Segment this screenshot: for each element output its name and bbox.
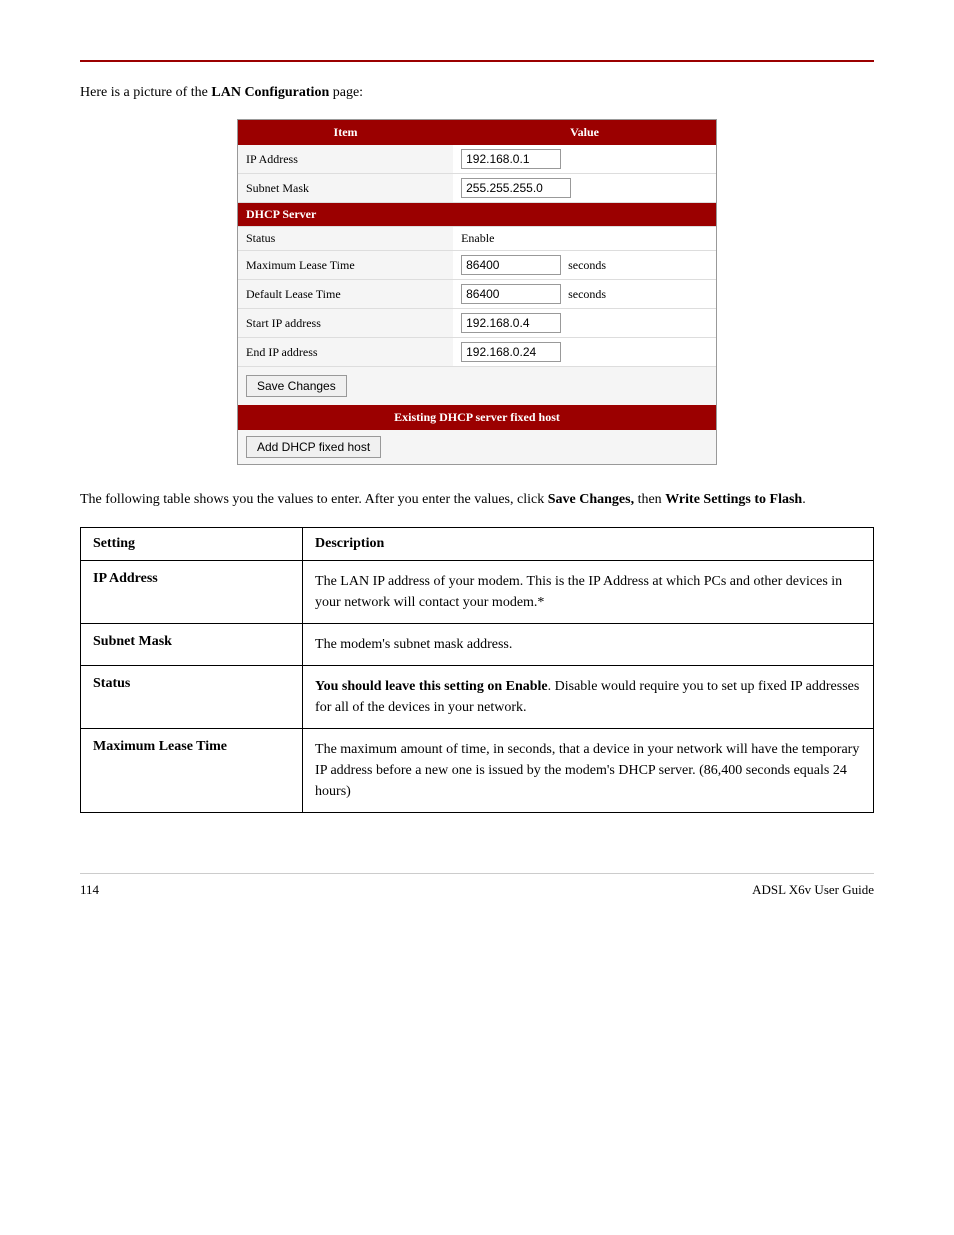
table-row: Status You should leave this setting on …	[81, 666, 874, 729]
start-ip-label: Start IP address	[238, 309, 453, 338]
add-dhcp-button[interactable]: Add DHCP fixed host	[246, 436, 381, 458]
setting-header: Setting	[81, 528, 303, 561]
top-rule	[80, 60, 874, 62]
table-row: Default Lease Time seconds	[238, 280, 716, 309]
save-changes-bold: Save Changes,	[548, 492, 634, 507]
table-row: IP Address The LAN IP address of your mo…	[81, 561, 874, 624]
ip-address-input[interactable]	[461, 149, 561, 169]
add-dhcp-row: Add DHCP fixed host	[238, 430, 716, 464]
following-paragraph: The following table shows you the values…	[80, 489, 874, 511]
table-row: Status Enable	[238, 227, 716, 251]
write-settings-bold: Write Settings to Flash	[665, 492, 802, 507]
lan-config-table: Item Value IP Address Subnet Mask DHC	[238, 120, 716, 367]
end-ip-input[interactable]	[461, 342, 561, 362]
dhcp-section-header-cell: DHCP Server	[238, 203, 716, 227]
description-header: Description	[303, 528, 874, 561]
desc-ip-address: The LAN IP address of your modem. This i…	[303, 561, 874, 624]
intro-text-after: page:	[329, 85, 363, 100]
existing-dhcp-header: Existing DHCP server fixed host	[238, 405, 716, 430]
intro-paragraph: Here is a picture of the LAN Configurati…	[80, 82, 874, 103]
save-changes-row: Save Changes	[238, 367, 716, 405]
table-row: Maximum Lease Time seconds	[238, 251, 716, 280]
desc-max-lease: The maximum amount of time, in seconds, …	[303, 729, 874, 813]
intro-text-before: Here is a picture of the	[80, 85, 211, 100]
max-lease-value-cell: seconds	[453, 251, 716, 280]
guide-name: ADSL X6v User Guide	[752, 882, 874, 898]
intro-bold-text: LAN Configuration	[211, 85, 329, 100]
save-changes-button[interactable]: Save Changes	[246, 375, 347, 397]
desc-subnet-mask: The modem's subnet mask address.	[303, 624, 874, 666]
lan-config-table-wrapper: Item Value IP Address Subnet Mask DHC	[237, 119, 717, 465]
default-lease-label: Default Lease Time	[238, 280, 453, 309]
item-column-header: Item	[238, 120, 453, 145]
subnet-mask-label: Subnet Mask	[238, 174, 453, 203]
setting-subnet-mask: Subnet Mask	[81, 624, 303, 666]
setting-status: Status	[81, 666, 303, 729]
table-row: Subnet Mask The modem's subnet mask addr…	[81, 624, 874, 666]
end-ip-value-cell	[453, 338, 716, 367]
default-lease-unit: seconds	[568, 287, 606, 301]
status-value-cell: Enable	[453, 227, 716, 251]
page-number: 114	[80, 882, 99, 898]
max-lease-unit: seconds	[568, 258, 606, 272]
setting-ip-address: IP Address	[81, 561, 303, 624]
max-lease-input[interactable]	[461, 255, 561, 275]
table-row: Maximum Lease Time The maximum amount of…	[81, 729, 874, 813]
max-lease-label: Maximum Lease Time	[238, 251, 453, 280]
default-lease-input[interactable]	[461, 284, 561, 304]
table-row: Subnet Mask	[238, 174, 716, 203]
dhcp-section-header-row: DHCP Server	[238, 203, 716, 227]
table-row: End IP address	[238, 338, 716, 367]
start-ip-input[interactable]	[461, 313, 561, 333]
desc-status: You should leave this setting on Enable.…	[303, 666, 874, 729]
description-table: Setting Description IP Address The LAN I…	[80, 527, 874, 813]
setting-max-lease: Maximum Lease Time	[81, 729, 303, 813]
table-row: IP Address	[238, 145, 716, 174]
start-ip-value-cell	[453, 309, 716, 338]
subnet-mask-input[interactable]	[461, 178, 571, 198]
default-lease-value-cell: seconds	[453, 280, 716, 309]
value-column-header: Value	[453, 120, 716, 145]
end-ip-label: End IP address	[238, 338, 453, 367]
subnet-mask-value-cell	[453, 174, 716, 203]
ip-address-value-cell	[453, 145, 716, 174]
page-footer: 114 ADSL X6v User Guide	[80, 873, 874, 898]
ip-address-label: IP Address	[238, 145, 453, 174]
status-label: Status	[238, 227, 453, 251]
status-bold-prefix: You should leave this setting on Enable	[315, 679, 548, 694]
table-row: Start IP address	[238, 309, 716, 338]
